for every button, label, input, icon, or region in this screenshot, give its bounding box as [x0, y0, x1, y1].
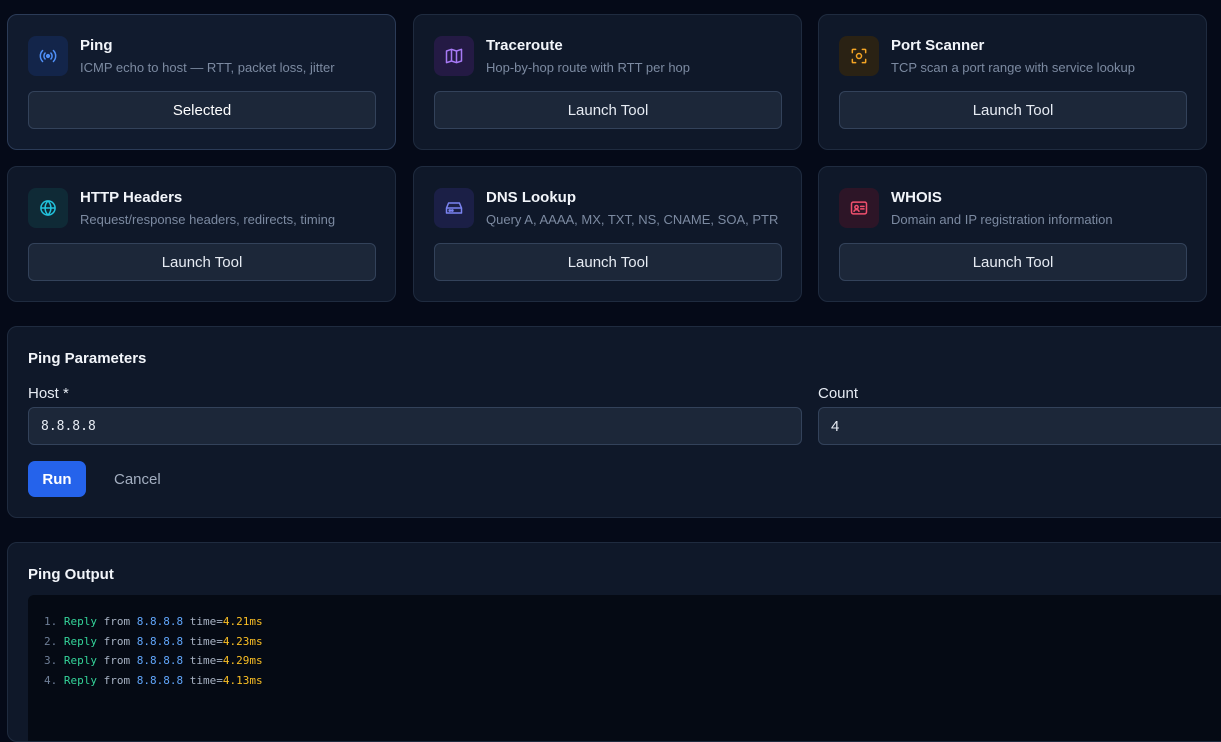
tool-card-ping[interactable]: Ping ICMP echo to host — RTT, packet los…	[7, 14, 396, 150]
scan-icon	[839, 36, 879, 76]
launch-tool-button[interactable]: Launch Tool	[839, 91, 1187, 129]
run-button[interactable]: Run	[28, 461, 86, 497]
tool-select-button[interactable]: Selected	[28, 91, 376, 129]
tool-description: Query A, AAAA, MX, TXT, NS, CNAME, SOA, …	[486, 212, 779, 227]
tool-card-port-scanner[interactable]: Port Scanner TCP scan a port range with …	[818, 14, 1207, 150]
panel-title: Ping Parameters	[28, 350, 147, 367]
output-line: 4. Reply from 8.8.8.8 time=4.13ms	[44, 673, 263, 687]
output-line: 2. Reply from 8.8.8.8 time=4.23ms	[44, 634, 263, 648]
tool-card-dns-lookup[interactable]: DNS Lookup Query A, AAAA, MX, TXT, NS, C…	[413, 166, 802, 302]
count-label: Count	[818, 385, 859, 402]
tool-title: Ping	[80, 37, 113, 54]
output-line: 1. Reply from 8.8.8.8 time=4.21ms	[44, 615, 263, 628]
launch-tool-button[interactable]: Launch Tool	[28, 243, 376, 281]
launch-tool-button[interactable]: Launch Tool	[434, 91, 782, 129]
tool-title: DNS Lookup	[486, 189, 576, 206]
tool-description: Domain and IP registration information	[891, 212, 1113, 227]
tool-card-http-headers[interactable]: HTTP Headers Request/response headers, r…	[7, 166, 396, 302]
tool-title: WHOIS	[891, 189, 942, 206]
tool-card-whois[interactable]: WHOIS Domain and IP registration informa…	[818, 166, 1207, 302]
output-line: 3. Reply from 8.8.8.8 time=4.29ms	[44, 654, 263, 668]
panel-title: Ping Output	[28, 566, 114, 583]
host-label: Host *	[28, 385, 69, 402]
tool-title: Traceroute	[486, 37, 563, 54]
ping-output-panel: Ping Output 1. Reply from 8.8.8.8 time=4…	[7, 542, 1221, 742]
tool-description: ICMP echo to host — RTT, packet loss, ji…	[80, 60, 335, 75]
cancel-button[interactable]: Cancel	[104, 461, 171, 497]
signal-icon	[28, 36, 68, 76]
id-card-icon	[839, 188, 879, 228]
tool-card-traceroute[interactable]: Traceroute Hop-by-hop route with RTT per…	[413, 14, 802, 150]
tool-title: Port Scanner	[891, 37, 985, 54]
tool-description: Request/response headers, redirects, tim…	[80, 212, 336, 227]
tool-description: Hop-by-hop route with RTT per hop	[486, 60, 691, 75]
host-input[interactable]: 8.8.8.8	[28, 407, 802, 445]
map-icon	[434, 36, 474, 76]
ping-parameters-panel: Ping Parameters Host * 8.8.8.8 Count 4 R…	[7, 326, 1221, 518]
globe-icon	[28, 188, 68, 228]
server-icon	[434, 188, 474, 228]
launch-tool-button[interactable]: Launch Tool	[434, 243, 782, 281]
tool-description: TCP scan a port range with service looku…	[891, 60, 1135, 75]
output-console: 1. Reply from 8.8.8.8 time=4.21ms 2. Rep…	[28, 595, 1221, 741]
count-input[interactable]: 4	[818, 407, 1221, 445]
tool-title: HTTP Headers	[80, 189, 183, 206]
launch-tool-button[interactable]: Launch Tool	[839, 243, 1187, 281]
